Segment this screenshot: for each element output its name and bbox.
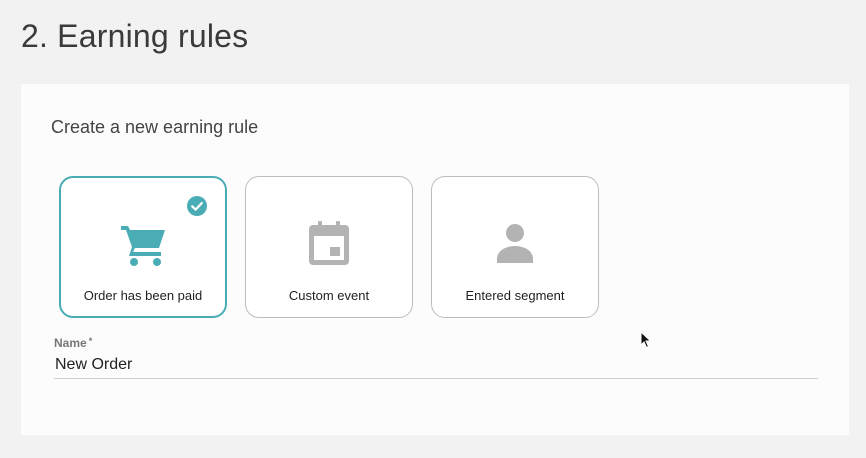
calendar-icon [309, 221, 349, 265]
required-mark: * [88, 336, 93, 346]
name-field-label: Name * [54, 336, 92, 350]
panel-heading: Create a new earning rule [51, 117, 259, 137]
name-label-text: Name [54, 336, 87, 350]
person-icon [497, 224, 533, 263]
name-input[interactable] [54, 352, 818, 379]
rule-type-label: Entered segment [465, 288, 565, 303]
page-title: 2. Earning rules [21, 18, 249, 54]
rule-type-label: Custom event [288, 288, 370, 303]
earning-rule-panel: Create a new earning rule Order has been… [21, 84, 849, 435]
rule-type-label: Order has been paid [83, 288, 203, 303]
rule-type-order-paid[interactable]: Order has been paid [59, 176, 227, 318]
mouse-pointer-icon [640, 331, 652, 349]
rule-type-custom-event[interactable]: Custom event [245, 176, 413, 318]
shopping-cart-icon [121, 226, 165, 266]
rule-type-entered-segment[interactable]: Entered segment [431, 176, 599, 318]
check-circle-icon [187, 196, 207, 216]
